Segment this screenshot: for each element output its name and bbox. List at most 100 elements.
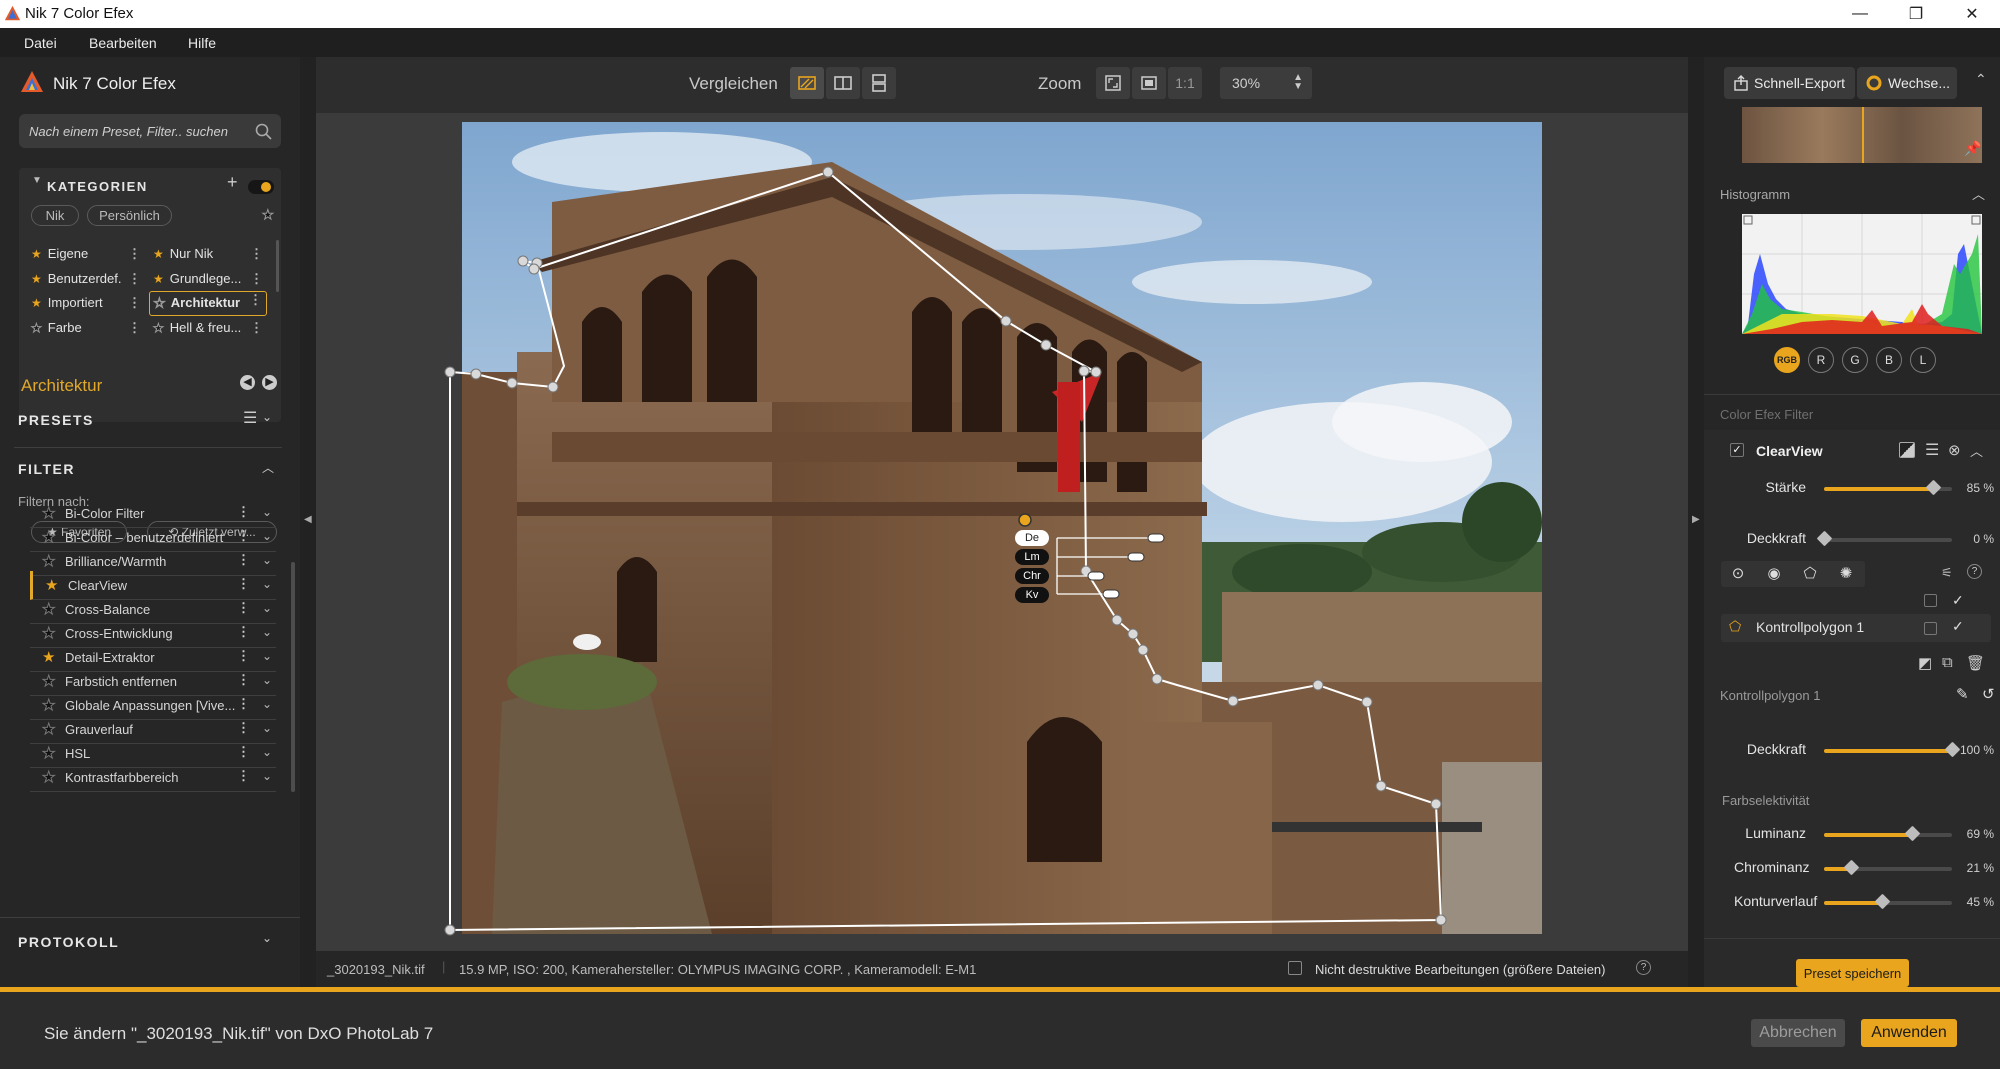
categories-toggle[interactable]: [248, 180, 274, 194]
presets-title[interactable]: PRESETS: [18, 412, 94, 428]
duplicate-icon[interactable]: ⧉: [1942, 654, 1953, 671]
favorite-star-icon[interactable]: ★: [41, 768, 55, 787]
loupe-preview[interactable]: 📌: [1742, 107, 1982, 163]
protocol-title[interactable]: PROTOKOLL: [18, 934, 119, 950]
next-category-icon[interactable]: ▶: [262, 375, 277, 390]
category-item[interactable]: ★ Farbe ⋮: [31, 320, 145, 338]
reset-icon[interactable]: ↺: [1982, 685, 1995, 703]
pin-icon[interactable]: 📌: [1964, 140, 1981, 157]
collapse-chevron-icon[interactable]: ▼: [32, 175, 42, 186]
close-icon[interactable]: ✕: [1944, 0, 2000, 28]
menu-bearbeiten[interactable]: Bearbeiten: [89, 35, 157, 51]
more-options-icon[interactable]: ⋮: [128, 295, 141, 311]
point-label-contour[interactable]: Kv: [1015, 587, 1049, 603]
expand-chevron-icon[interactable]: ⌄: [262, 553, 272, 567]
cancel-button[interactable]: Abbrechen: [1751, 1019, 1845, 1047]
filter-collapse-icon[interactable]: ︿: [1970, 441, 1983, 460]
maximize-icon[interactable]: ❐: [1888, 0, 1944, 28]
polygon-tool-icon[interactable]: ⬠: [1799, 564, 1821, 584]
favorite-star-icon[interactable]: ★: [41, 528, 55, 547]
more-options-icon[interactable]: ⋮: [250, 246, 263, 262]
slider-track[interactable]: [1816, 530, 1952, 547]
more-options-icon[interactable]: ⋮: [237, 552, 250, 568]
point-label-luminance[interactable]: Lm: [1015, 549, 1049, 565]
before-after-icon[interactable]: [1899, 442, 1915, 458]
list-view-icon[interactable]: ☰: [243, 408, 257, 428]
slider-track[interactable]: [1824, 741, 1961, 758]
filter-enable-checkbox[interactable]: ✓: [1730, 443, 1744, 457]
expand-chevron-icon[interactable]: ⌄: [262, 649, 272, 663]
expand-chevron-icon[interactable]: ⌄: [262, 673, 272, 687]
favorite-star-icon[interactable]: ★: [41, 720, 55, 739]
gradient-point-icon[interactable]: ◉: [1763, 564, 1785, 584]
category-item[interactable]: ★ Hell & freu... ⋮: [153, 320, 267, 338]
quick-export-button[interactable]: Schnell-Export: [1724, 67, 1855, 99]
favorite-star-icon[interactable]: ★: [41, 672, 55, 691]
invert-mask-icon[interactable]: ◩: [1918, 654, 1932, 672]
slider-track[interactable]: [1824, 825, 1952, 842]
more-options-icon[interactable]: ⋮: [237, 576, 250, 592]
favorite-star-icon[interactable]: ★: [41, 744, 55, 763]
more-options-icon[interactable]: ⋮: [237, 744, 250, 760]
collapse-right-icon[interactable]: ▶: [1692, 514, 1700, 525]
point-label-detail[interactable]: De: [1015, 530, 1049, 546]
expand-chevron-icon[interactable]: ⌄: [262, 721, 272, 735]
channel-b-button[interactable]: B: [1876, 347, 1902, 373]
presets-expand-chevron-icon[interactable]: ⌄: [262, 410, 272, 424]
more-options-icon[interactable]: ⋮: [128, 320, 141, 336]
eyedropper-icon[interactable]: ✎: [1956, 685, 1969, 703]
filter-item[interactable]: ★ Kontrastfarbbereich ⋮ ⌄: [30, 763, 276, 792]
expand-chevron-icon[interactable]: ⌄: [262, 577, 272, 591]
show-mask-toggle[interactable]: [1924, 594, 1937, 607]
expand-chevron-icon[interactable]: ⌄: [262, 745, 272, 759]
menu-hilfe[interactable]: Hilfe: [188, 35, 216, 51]
favorite-star-icon[interactable]: ★: [41, 696, 55, 715]
chip-nik[interactable]: Nik: [31, 205, 79, 226]
search-input[interactable]: Nach einem Preset, Filter.. suchen: [19, 114, 281, 148]
expand-chevron-icon[interactable]: ⌄: [262, 625, 272, 639]
histogram-collapse-icon[interactable]: ︿: [1972, 184, 1985, 203]
favorite-star-icon[interactable]: ★: [41, 624, 55, 643]
more-options-icon[interactable]: ⋮: [237, 528, 250, 544]
protocol-expand-chevron-icon[interactable]: ⌄: [262, 931, 272, 945]
filter-collapse-chevron-icon[interactable]: ︿: [262, 459, 274, 476]
compare-overlay-button[interactable]: [790, 67, 824, 99]
expand-chevron-icon[interactable]: ⌄: [262, 769, 272, 783]
more-options-icon[interactable]: ⋮: [250, 320, 263, 336]
more-options-icon[interactable]: ⋮: [249, 292, 262, 308]
minimize-icon[interactable]: —: [1832, 0, 1888, 28]
favorite-star-icon[interactable]: ★: [41, 552, 55, 571]
favorite-star-icon[interactable]: ★: [45, 576, 58, 594]
zoom-1to1-button[interactable]: 1:1: [1168, 67, 1202, 99]
more-options-icon[interactable]: ⋮: [237, 768, 250, 784]
filter-menu-icon[interactable]: ☰: [1925, 440, 1939, 460]
expand-chevron-icon[interactable]: ⌄: [262, 697, 272, 711]
polygon-mask-toggle[interactable]: [1924, 622, 1937, 635]
apply-button[interactable]: Anwenden: [1861, 1019, 1957, 1047]
add-category-icon[interactable]: +: [227, 172, 238, 193]
slider-track[interactable]: [1824, 893, 1952, 910]
menu-datei[interactable]: Datei: [24, 35, 57, 51]
favorite-star-icon[interactable]: ★: [42, 648, 55, 666]
switch-button[interactable]: Wechse...: [1857, 67, 1957, 99]
more-options-icon[interactable]: ⋮: [237, 720, 250, 736]
tools-help-icon[interactable]: ?: [1967, 564, 1982, 579]
channel-rgb-button[interactable]: RGB: [1774, 347, 1800, 373]
favorite-star-icon[interactable]: ★: [41, 504, 55, 523]
filter-scrollbar[interactable]: [291, 562, 295, 792]
control-polygon-overlay[interactable]: [316, 113, 1688, 951]
channel-g-button[interactable]: G: [1842, 347, 1868, 373]
more-options-icon[interactable]: ⋮: [237, 600, 250, 616]
auto-mask-icon[interactable]: ✺: [1835, 564, 1857, 584]
category-item[interactable]: ★ Nur Nik ⋮: [153, 246, 267, 264]
more-options-icon[interactable]: ⋮: [128, 271, 141, 287]
save-preset-button[interactable]: Preset speichern: [1796, 959, 1909, 987]
more-options-icon[interactable]: ⋮: [237, 624, 250, 640]
favorite-star-icon[interactable]: ★: [41, 600, 55, 619]
slider-track[interactable]: [1824, 479, 1952, 496]
fit-screen-button[interactable]: [1096, 67, 1130, 99]
prev-category-icon[interactable]: ◀: [240, 375, 255, 390]
fill-screen-button[interactable]: [1132, 67, 1166, 99]
more-options-icon[interactable]: ⋮: [250, 271, 263, 287]
delete-icon[interactable]: 🗑: [1966, 654, 1985, 672]
